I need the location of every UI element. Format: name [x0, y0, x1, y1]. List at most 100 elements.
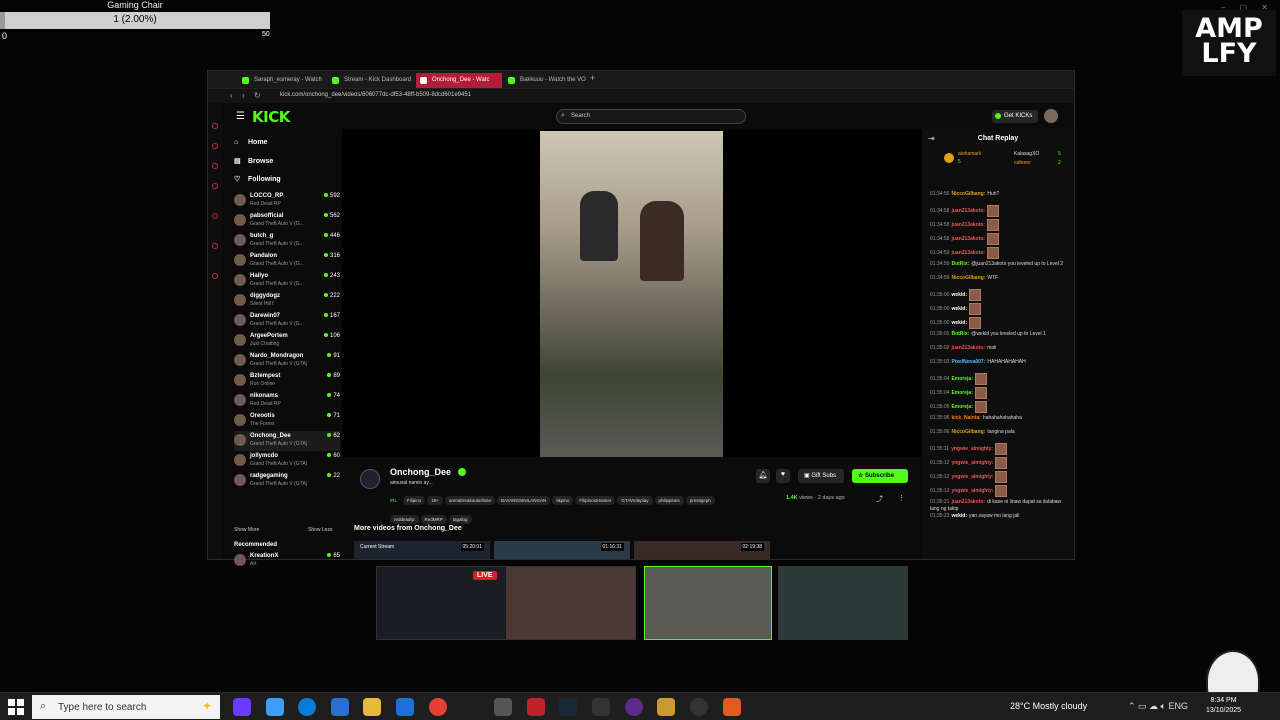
outlook-icon[interactable]: [396, 698, 414, 716]
chat-username[interactable]: Emoreja:: [951, 390, 972, 396]
following-item[interactable]: radgegaming Grand Theft Auto V (GTA) 22: [234, 471, 340, 491]
app-icon[interactable]: [657, 698, 675, 716]
sidebar-app-icon[interactable]: [212, 123, 218, 129]
chat-username[interactable]: juan213akoto:: [951, 499, 985, 505]
subscribe-button[interactable]: ☆ Subscribe: [852, 469, 908, 483]
chat-username[interactable]: juan213akoto:: [951, 222, 985, 228]
chat-username[interactable]: BotRix:: [951, 331, 969, 337]
channel-avatar[interactable]: [360, 469, 380, 489]
kick-logo[interactable]: KICK: [252, 108, 290, 126]
folder-icon[interactable]: [363, 698, 381, 716]
following-item[interactable]: ArgeePortem Just Chatting 106: [234, 331, 340, 351]
weather-widget[interactable]: 28°C Mostly cloudy: [1010, 701, 1087, 711]
follow-heart-icon[interactable]: ♥: [776, 469, 790, 483]
edge-icon[interactable]: [298, 698, 316, 716]
sidebar-app-icon[interactable]: [212, 143, 218, 149]
tag-chip[interactable]: 18+: [427, 496, 443, 505]
new-tab-icon[interactable]: +: [590, 73, 595, 83]
app-icon[interactable]: [723, 698, 741, 716]
chat-username[interactable]: yngwie_almighty:: [951, 488, 993, 494]
chat-username[interactable]: wekid:: [951, 292, 967, 298]
tag-chip[interactable]: BAYANGSINILANGAN: [496, 496, 551, 505]
video-thumbnail[interactable]: Current Stream 05:20:01: [354, 541, 490, 559]
tag-chip[interactable]: arenabreakoutinfinite: [444, 496, 495, 505]
tag-chip[interactable]: Filipino: [403, 496, 426, 505]
get-kicks-button[interactable]: Get KICKs: [992, 110, 1038, 123]
url-field[interactable]: kick.com/onchong_dee/videos/606077dc-df5…: [280, 92, 471, 98]
chat-username[interactable]: NiccoGilbang:: [951, 429, 985, 435]
show-less-link[interactable]: Show Less: [308, 527, 332, 533]
chat-username[interactable]: wekid:: [951, 513, 967, 519]
chrome-icon[interactable]: [429, 698, 447, 716]
tag-chip[interactable]: reddeadrp: [390, 515, 419, 524]
tag-chip[interactable]: IRL: [390, 496, 401, 505]
sidebar-app-icon[interactable]: [212, 273, 218, 279]
tag-chip[interactable]: Filipinostreamer: [575, 496, 616, 505]
menu-icon[interactable]: ☰: [236, 111, 245, 122]
following-item[interactable]: Nardo_Mondragon Grand Theft Auto V (GTA) 9…: [234, 351, 340, 371]
chat-username[interactable]: juan213akoto:: [951, 208, 985, 214]
nav-home[interactable]: ⌂ Home: [234, 139, 267, 146]
video-thumbnail[interactable]: 02:19:38: [634, 541, 770, 559]
app-icon[interactable]: [527, 698, 545, 716]
reload-icon[interactable]: ↻: [254, 91, 261, 100]
app-icon[interactable]: [233, 698, 251, 716]
tab-saraph[interactable]: Saraph_esmeray - Watch: [238, 73, 324, 88]
sidebar-app-icon[interactable]: [212, 183, 218, 189]
chat-username[interactable]: NiccoGilbang:: [951, 275, 985, 281]
chat-username[interactable]: yngwie_almighty:: [951, 474, 993, 480]
app-icon[interactable]: [690, 698, 708, 716]
chat-username[interactable]: wekid:: [951, 306, 967, 312]
following-item[interactable]: butch_g Grand Theft Auto V (G... 446: [234, 231, 340, 251]
chat-username[interactable]: juan213akoto:: [951, 250, 985, 256]
tag-chip[interactable]: tagalog: [448, 515, 472, 524]
show-more-link[interactable]: Show More: [234, 527, 259, 533]
following-item[interactable]: Hailyo Grand Theft Auto V (G... 243: [234, 271, 340, 291]
bell-icon[interactable]: 🔔︎: [756, 469, 770, 483]
chat-username[interactable]: yngwie_almighty:: [951, 446, 993, 452]
system-tray[interactable]: ⌃ ▭ ☁ 🔈︎ ENG: [1128, 701, 1188, 712]
following-item[interactable]: LOCCO_RP Red Dead RP 592: [234, 191, 340, 211]
following-item[interactable]: Oreootis The Forest 71: [234, 411, 340, 431]
clock[interactable]: 8:34 PM 13/10/2025: [1206, 696, 1241, 716]
video-player[interactable]: [342, 129, 922, 457]
taskbar-search[interactable]: ⌕ Type here to search ✦: [32, 695, 220, 719]
nav-following[interactable]: ♡ Following: [234, 175, 281, 183]
more-options-icon[interactable]: ⋮: [898, 494, 905, 502]
chat-username[interactable]: wekid:: [951, 320, 967, 326]
tab-onchong[interactable]: Onchong_Dee - Watc: [416, 73, 502, 88]
user-avatar[interactable]: [1044, 109, 1058, 123]
search-input[interactable]: ⌕ Search: [556, 109, 746, 124]
app-icon[interactable]: [592, 698, 610, 716]
video-thumbnail[interactable]: 01:16:31: [494, 541, 630, 559]
chat-username[interactable]: juan213akoto:: [951, 236, 985, 242]
tag-chip[interactable]: GTAVroleplay: [617, 496, 653, 505]
following-item[interactable]: diggydogz Silent Hill f 222: [234, 291, 340, 311]
following-item[interactable]: Pandalon Grand Theft Auto V (G... 316: [234, 251, 340, 271]
obs-icon[interactable]: [625, 698, 643, 716]
tag-chip[interactable]: tikpino: [552, 496, 574, 505]
following-item[interactable]: nikonams Red Dead RP 74: [234, 391, 340, 411]
tag-chip[interactable]: prestigeph: [685, 496, 715, 505]
chat-username[interactable]: PixelNova007:: [951, 359, 985, 365]
following-item[interactable]: Bztempest Ron Online 89: [234, 371, 340, 391]
steam-icon[interactable]: [559, 698, 577, 716]
tab-bakkuuu[interactable]: Bakkuuu - Watch the VO: [504, 73, 590, 88]
following-item[interactable]: Onchong_Dee Grand Theft Auto V (GTA) 62: [234, 431, 340, 451]
chat-username[interactable]: Emoreja:: [951, 376, 972, 382]
chat-username[interactable]: juan213akoto:: [951, 345, 985, 351]
tag-chip[interactable]: RedMRP: [420, 515, 447, 524]
windows-start-icon[interactable]: [8, 699, 24, 715]
nav-browse[interactable]: ▤ Browse: [234, 157, 273, 165]
channel-name[interactable]: Onchong_Dee: [390, 467, 451, 477]
following-item[interactable]: jollymcdo Grand Theft Auto V (GTA) 60: [234, 451, 340, 471]
forward-icon[interactable]: ›: [242, 91, 245, 100]
app-icon[interactable]: [266, 698, 284, 716]
chat-username[interactable]: Emoreja:: [951, 404, 972, 410]
back-icon[interactable]: ‹: [230, 91, 233, 100]
app-icon[interactable]: [494, 698, 512, 716]
store-icon[interactable]: [331, 698, 349, 716]
chat-username[interactable]: NiccoGilbang:: [951, 191, 985, 197]
following-item[interactable]: Darewin07 Grand Theft Auto V (G... 167: [234, 311, 340, 331]
tab-dashboard[interactable]: Stream - Kick Dashboard: [328, 73, 414, 88]
